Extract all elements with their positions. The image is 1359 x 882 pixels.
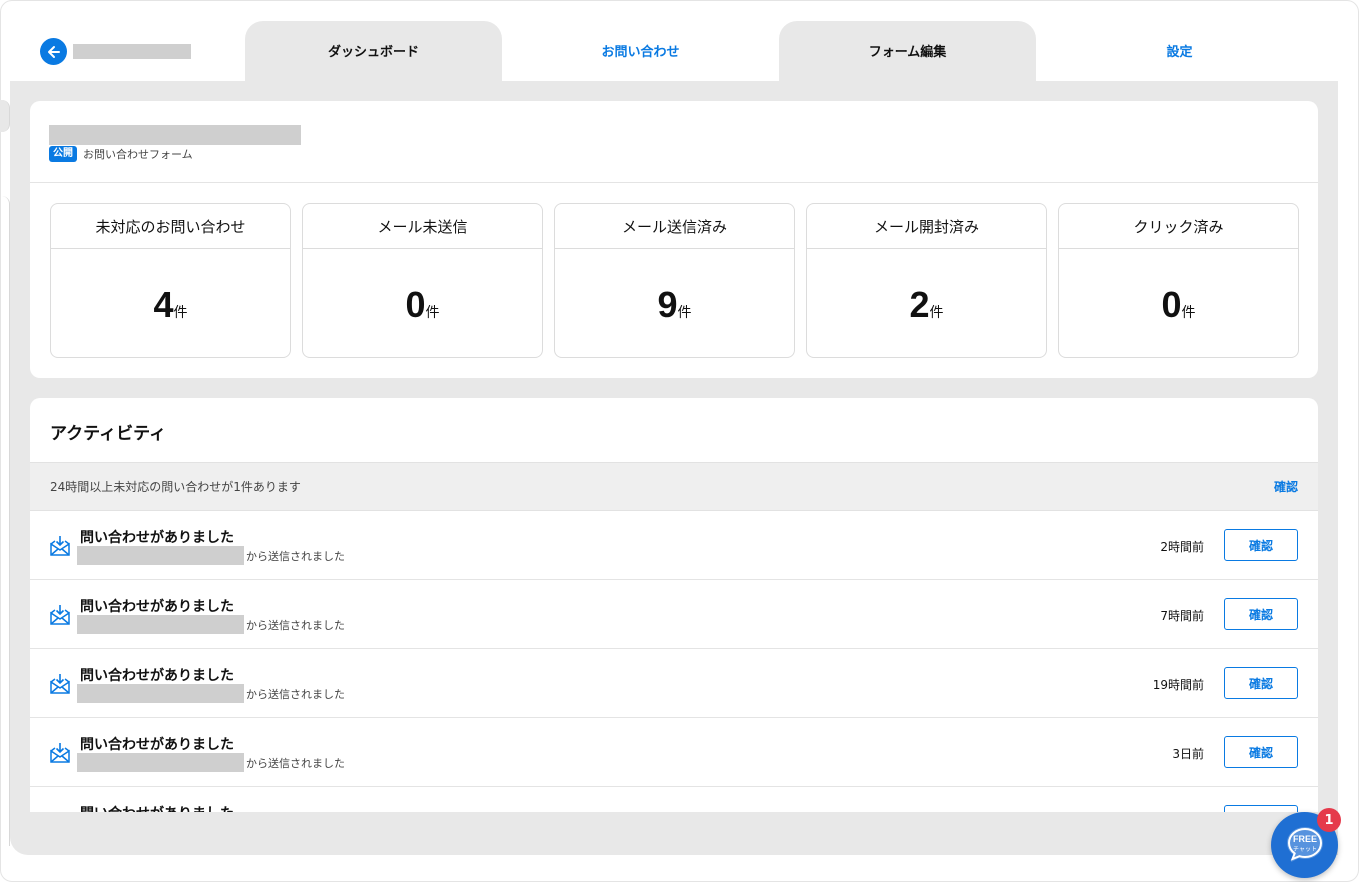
tab-form-edit[interactable]: フォーム編集: [779, 21, 1036, 81]
mail-download-icon: [50, 743, 70, 763]
stats-row: 未対応のお問い合わせ 4件 メール未送信 0件 メール送信済み 9件 メール開封…: [50, 203, 1299, 358]
stat-mail-unsent: メール未送信 0件: [302, 203, 543, 358]
activity-list: 問い合わせがありました から送信されました 2時間前 確認 問い合わせがありまし…: [30, 511, 1318, 812]
stat-value: 2: [909, 284, 929, 325]
form-type-label: お問い合わせフォーム: [83, 148, 193, 161]
stat-title: 未対応のお問い合わせ: [51, 204, 290, 249]
stat-value: 0: [1161, 284, 1181, 325]
row-from-text: から送信されました: [246, 687, 345, 701]
status-badge: 公開: [49, 146, 77, 162]
stat-clicked: クリック済み 0件: [1058, 203, 1299, 358]
stat-mail-sent: メール送信済み 9件: [554, 203, 795, 358]
top-tabs: ダッシュボード お問い合わせ フォーム編集 設定: [245, 21, 1323, 81]
row-title: 問い合わせがありました: [80, 803, 234, 812]
confirm-button[interactable]: [1224, 805, 1298, 812]
back-area: [40, 38, 191, 65]
row-time: 3日前: [1172, 747, 1204, 761]
stat-unit: 件: [425, 305, 440, 321]
redacted-sender: [77, 546, 244, 565]
activity-row: 問い合わせがありました から送信されました 2時間前 確認: [30, 511, 1318, 580]
stat-unit: 件: [929, 305, 944, 321]
redacted-sender: [77, 684, 244, 703]
confirm-button[interactable]: 確認: [1224, 667, 1298, 699]
stat-value: 0: [405, 284, 425, 325]
redacted-sender: [77, 615, 244, 634]
row-time: 7時間前: [1160, 609, 1204, 623]
alert-text: 24時間以上未対応の問い合わせが1件あります: [50, 480, 301, 494]
tab-settings[interactable]: 設定: [1036, 21, 1323, 81]
stat-unit: 件: [1181, 305, 1196, 321]
mail-download-icon: [50, 605, 70, 625]
row-title: 問い合わせがありました: [80, 668, 234, 684]
activity-row-partial: 問い合わせがありました: [30, 787, 1318, 812]
row-time: 19時間前: [1152, 678, 1204, 692]
divider: [30, 182, 1318, 183]
confirm-button[interactable]: 確認: [1224, 598, 1298, 630]
redacted-account-name: [73, 44, 191, 59]
alert-confirm-link[interactable]: 確認: [1274, 478, 1298, 495]
back-button[interactable]: [40, 38, 67, 65]
activity-row: 問い合わせがありました から送信されました 3日前 確認: [30, 718, 1318, 787]
chat-label-bottom: チャット: [1293, 846, 1317, 853]
stat-unit: 件: [173, 305, 188, 321]
notification-badge: 1: [1317, 808, 1341, 832]
row-from-text: から送信されました: [246, 756, 345, 770]
confirm-button[interactable]: 確認: [1224, 529, 1298, 561]
mail-download-icon: [49, 811, 71, 812]
stat-unhandled: 未対応のお問い合わせ 4件: [50, 203, 291, 358]
form-summary-card: 公開 お問い合わせフォーム 未対応のお問い合わせ 4件 メール未送信 0件 メー…: [30, 101, 1318, 378]
row-time: 2時間前: [1160, 540, 1204, 554]
mail-download-icon: [50, 674, 70, 694]
stat-title: メール送信済み: [555, 204, 794, 249]
stat-title: メール未送信: [303, 204, 542, 249]
stat-value: 9: [657, 284, 677, 325]
redacted-form-title: [49, 125, 301, 145]
arrow-left-icon: [47, 45, 60, 58]
form-meta: 公開 お問い合わせフォーム: [49, 146, 193, 162]
tab-dashboard[interactable]: ダッシュボード: [245, 21, 502, 81]
mail-download-icon: [50, 536, 70, 556]
row-from-text: から送信されました: [246, 549, 345, 563]
chat-label-top: FREE: [1292, 834, 1316, 844]
alert-bar: 24時間以上未対応の問い合わせが1件あります 確認: [30, 462, 1318, 511]
row-from-text: から送信されました: [246, 618, 345, 632]
left-edge-panel: [0, 196, 10, 846]
stat-title: メール開封済み: [807, 204, 1046, 249]
confirm-button[interactable]: 確認: [1224, 736, 1298, 768]
row-title: 問い合わせがありました: [80, 530, 234, 546]
activity-row: 問い合わせがありました から送信されました 7時間前 確認: [30, 580, 1318, 649]
stat-value: 4: [153, 284, 173, 325]
redacted-sender: [77, 753, 244, 772]
activity-title: アクティビティ: [50, 424, 167, 444]
left-edge-tab: [0, 100, 10, 132]
activity-row: 問い合わせがありました から送信されました 19時間前 確認: [30, 649, 1318, 718]
tab-inquiries[interactable]: お問い合わせ: [502, 21, 779, 81]
row-title: 問い合わせがありました: [80, 599, 234, 615]
activity-card: アクティビティ 24時間以上未対応の問い合わせが1件あります 確認 問い合わせが…: [30, 398, 1318, 812]
stat-unit: 件: [677, 305, 692, 321]
stat-mail-opened: メール開封済み 2件: [806, 203, 1047, 358]
stat-title: クリック済み: [1059, 204, 1298, 249]
row-title: 問い合わせがありました: [80, 737, 234, 753]
